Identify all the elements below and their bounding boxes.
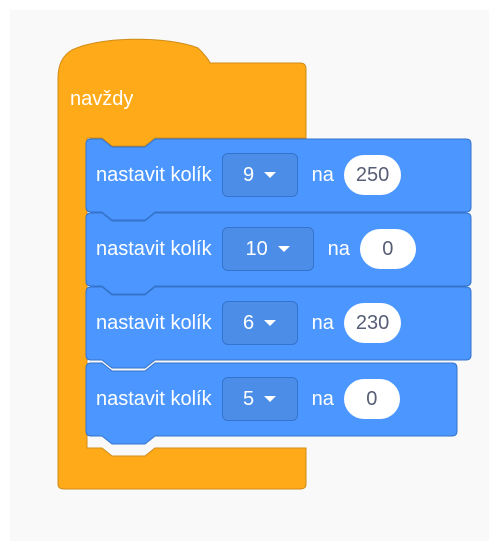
pin-value: 5 <box>243 387 255 410</box>
forever-label: navždy <box>70 88 134 110</box>
caret-down-icon <box>277 246 290 252</box>
set-pin-block-4[interactable]: nastavit kolík 5 na 0 <box>85 362 458 445</box>
value-input[interactable]: 0 <box>343 379 400 419</box>
set-pin-block-3[interactable]: nastavit kolík 6 na 230 <box>85 286 472 369</box>
set-pin-label: nastavit kolík <box>96 163 212 186</box>
pin-dropdown[interactable]: 10 <box>221 227 314 271</box>
set-pin-label: nastavit kolík <box>96 311 212 334</box>
to-label: na <box>311 387 334 410</box>
pin-value: 6 <box>243 311 255 334</box>
caret-down-icon <box>264 396 277 402</box>
value-input[interactable]: 230 <box>343 303 402 343</box>
pin-dropdown[interactable]: 6 <box>221 301 298 345</box>
set-pin-label: nastavit kolík <box>96 387 212 410</box>
set-pin-block-1[interactable]: nastavit kolík 9 na 250 <box>85 138 472 221</box>
pin-dropdown[interactable]: 5 <box>221 377 298 421</box>
caret-down-icon <box>264 320 277 326</box>
to-label: na <box>311 163 334 186</box>
pin-value: 9 <box>243 163 255 186</box>
caret-down-icon <box>264 172 277 178</box>
to-label: na <box>311 311 334 334</box>
set-pin-label: nastavit kolík <box>96 237 212 260</box>
to-label: na <box>327 237 350 260</box>
value-input[interactable]: 0 <box>359 229 416 269</box>
pin-value: 10 <box>245 237 268 260</box>
set-pin-block-2[interactable]: nastavit kolík 10 na 0 <box>85 212 472 295</box>
pin-dropdown[interactable]: 9 <box>221 153 298 197</box>
value-input[interactable]: 250 <box>343 155 402 195</box>
